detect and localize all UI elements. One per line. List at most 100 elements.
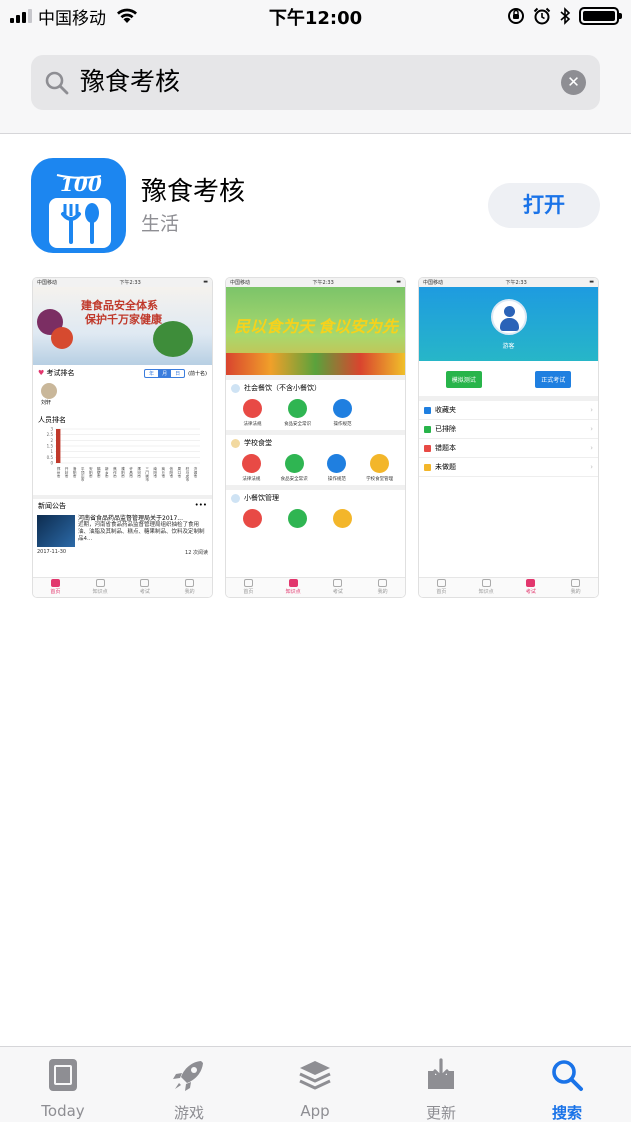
law-button[interactable]: 法律法规 (230, 399, 275, 427)
y-tick-label: 0.5 (47, 455, 54, 460)
y-tick-label: 2 (50, 438, 53, 443)
mini-tab-knowledge[interactable]: 知识点 (471, 579, 501, 595)
chevron-right-icon: › (590, 444, 593, 452)
utensils-icon (333, 509, 352, 528)
tab-games[interactable]: 游戏 (126, 1047, 252, 1122)
banner-text-a: 民以食为天 (234, 317, 315, 336)
folder-icon (424, 406, 431, 414)
mini-tab-label: 我的 (377, 589, 388, 595)
download-tray-icon (428, 1058, 454, 1089)
mini-tab-label: 知识点 (478, 589, 494, 595)
top-user-name: 刘轩 (41, 400, 52, 406)
food-proverb-banner: 民以食为天 食以安为先 (226, 287, 405, 375)
x-tick-label: 鹤壁市 (96, 466, 101, 478)
exam-rank-title: 考试排名 (46, 369, 75, 377)
x-tick-label: 焦作市 (112, 466, 117, 478)
profile-banner: 游客 (419, 287, 598, 361)
mock-test-button[interactable]: 模拟测试 (445, 371, 482, 388)
operation-spec-button[interactable]: 操作规范 (316, 454, 359, 482)
canteen-management-button[interactable]: 学校食堂管理 (358, 454, 401, 482)
screenshot-1[interactable]: 中国移动 下午2:33 ▬ 建食品安全体系 保护千万家健康 ♥ 考试排名 年 月… (32, 277, 213, 598)
section-icon (231, 493, 240, 503)
exam-icon (333, 579, 343, 587)
segment-year[interactable]: 年 (145, 370, 158, 377)
news-header: 新闻公告 ••• (33, 495, 212, 513)
mini-tab-home[interactable]: 首页 (40, 579, 70, 595)
safety-knowledge-button[interactable]: 食品安全常识 (275, 399, 320, 427)
law-button[interactable] (230, 509, 275, 531)
item-label: 已排除 (435, 425, 456, 433)
mini-tab-label: 考试 (139, 589, 150, 595)
tab-today[interactable]: Today (0, 1047, 126, 1122)
vegetables-image (226, 353, 405, 375)
top-user: 刘轩 (33, 381, 212, 415)
mini-time: 下午2:33 (119, 280, 141, 286)
item-label: 法律法规 (242, 477, 261, 482)
search-area: 豫食考核 ✕ (0, 34, 631, 134)
mini-tab-home[interactable]: 首页 (233, 579, 263, 595)
favorites-item[interactable]: 收藏夹 › (419, 401, 598, 420)
mini-tab-me[interactable]: 我的 (368, 579, 398, 595)
search-query[interactable]: 豫食考核 (80, 65, 180, 99)
safety-knowledge-button[interactable]: 食品安全常识 (273, 454, 316, 482)
tomato-image (51, 327, 73, 349)
mini-time: 下午2:33 (505, 280, 527, 286)
mini-tab-bar: 首页 知识点 考试 我的 (33, 577, 212, 597)
item-label: 学校食堂管理 (366, 477, 394, 482)
mini-tab-exam[interactable]: 考试 (130, 579, 160, 595)
search-input[interactable]: 豫食考核 ✕ (31, 55, 600, 110)
tab-apps[interactable]: App (252, 1047, 378, 1122)
profile-icon (185, 579, 195, 587)
app-icon[interactable]: 100 (31, 158, 126, 253)
x-tick-label: 许昌市 (128, 466, 133, 478)
mini-tab-label: 首页 (436, 589, 447, 595)
top10-label: (前十名) (188, 370, 207, 377)
mini-tab-bar: 首页 知识点 考试 我的 (419, 577, 598, 597)
grid-icon (95, 579, 105, 587)
segment-day[interactable]: 日 (171, 370, 184, 377)
mini-status-bar: 中国移动 下午2:33 ▬ (33, 278, 212, 287)
news-item[interactable]: 河南省食品药品监督管理局关于2017... 近期，河南省食品药品监督管理局组织抽… (33, 513, 212, 549)
book-icon (327, 454, 347, 473)
operation-spec-button[interactable] (320, 509, 365, 531)
mini-tab-label: 首页 (50, 589, 61, 595)
mini-tab-knowledge[interactable]: 知识点 (278, 579, 308, 595)
screenshot-2[interactable]: 中国移动 下午2:33 ▬ 民以食为天 食以安为先 社会餐饮（不含小餐饮） 法律… (225, 277, 406, 598)
hand-icon (424, 425, 431, 433)
safety-knowledge-button[interactable] (275, 509, 320, 531)
banner-line-2: 保护千万家健康 (85, 313, 162, 326)
excluded-item[interactable]: 已排除 › (419, 420, 598, 439)
mini-tab-home[interactable]: 首页 (426, 579, 456, 595)
y-tick-label: 1 (50, 449, 53, 454)
tab-label: Today (41, 1102, 85, 1120)
scales-icon (241, 454, 261, 473)
screenshot-3[interactable]: 中国移动 下午2:33 ▬ 游客 模拟测试 正式考试 收藏夹 › 已排除 › 错题本… (418, 277, 599, 598)
open-button[interactable]: 打开 (488, 183, 600, 228)
wrong-answers-item[interactable]: 错题本 › (419, 439, 598, 458)
exam-icon (526, 579, 536, 587)
period-segment[interactable]: 年 月 日 (144, 368, 186, 378)
segment-month[interactable]: 月 (158, 369, 172, 377)
law-button[interactable]: 法律法规 (230, 454, 273, 482)
user-avatar-icon[interactable] (491, 299, 527, 335)
x-tick-label: 南阳市 (152, 466, 157, 478)
tab-updates[interactable]: 更新 (378, 1047, 504, 1122)
tab-bar: Today 游戏 App 更新 搜索 (0, 1046, 631, 1122)
app-name[interactable]: 豫食考核 (141, 171, 245, 208)
app-category: 生活 (141, 213, 180, 235)
mini-tab-exam[interactable]: 考试 (516, 579, 546, 595)
clipboard-icon (424, 463, 431, 471)
clear-search-button[interactable]: ✕ (561, 70, 586, 95)
mini-tab-knowledge[interactable]: 知识点 (85, 579, 115, 595)
mini-carrier: 中国移动 (230, 280, 251, 286)
more-icon[interactable]: ••• (195, 501, 207, 511)
mini-tab-me[interactable]: 我的 (175, 579, 205, 595)
mini-tab-me[interactable]: 我的 (561, 579, 591, 595)
mini-tab-exam[interactable]: 考试 (323, 579, 353, 595)
operation-spec-button[interactable]: 操作规范 (320, 399, 365, 427)
formal-exam-button[interactable]: 正式考试 (535, 371, 572, 388)
undone-item[interactable]: 未做题 › (419, 458, 598, 477)
tab-search[interactable]: 搜索 (504, 1047, 630, 1122)
utensils-icon (370, 454, 390, 473)
banner-text-b: 食以安为先 (318, 317, 399, 336)
